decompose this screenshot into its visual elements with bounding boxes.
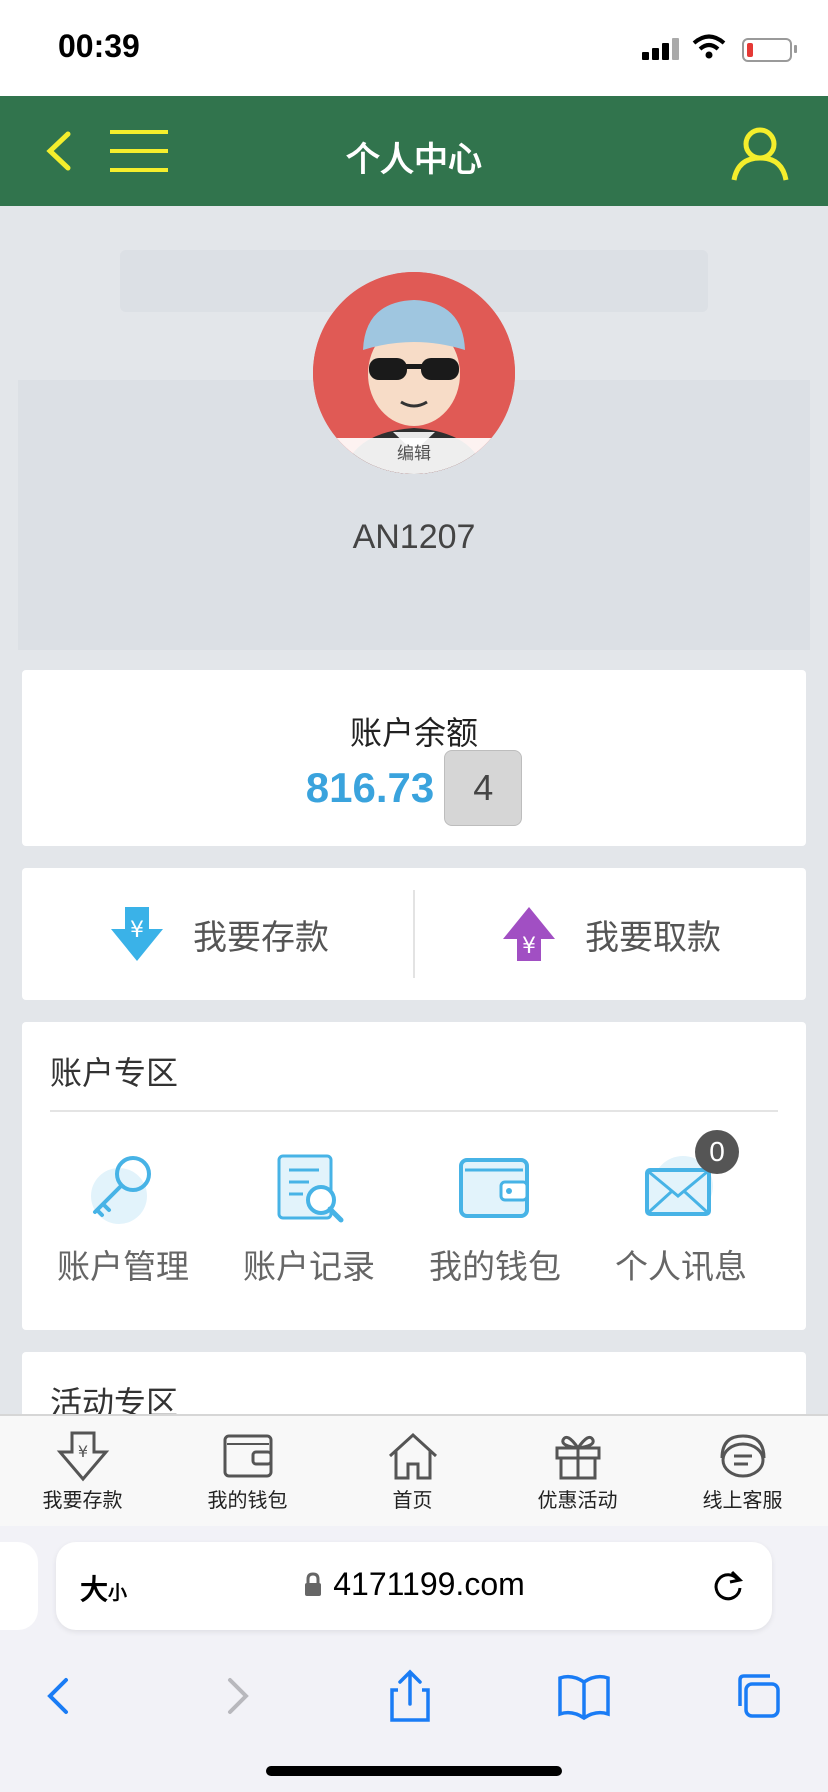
tab-promotions[interactable]: 优惠活动 (495, 1430, 660, 1513)
mail-icon: 0 (643, 1130, 739, 1226)
gift-icon (555, 1435, 600, 1480)
account-management-label: 账户管理 (57, 1247, 189, 1286)
browser-toolbar: 大小 4171199.com (0, 1526, 828, 1792)
home-indicator (266, 1766, 562, 1776)
account-records-item[interactable]: 账户记录 (216, 1150, 402, 1288)
tab-wallet[interactable]: 我的钱包 (165, 1430, 330, 1513)
username: AN1207 (352, 518, 476, 556)
svg-text:¥: ¥ (130, 918, 144, 943)
withdraw-arrow-icon: ¥ (503, 907, 555, 961)
home-icon (388, 1432, 437, 1480)
wallet-icon (223, 1434, 272, 1478)
deposit-label: 我要存款 (193, 917, 329, 958)
tab-label: 优惠活动 (537, 1488, 618, 1512)
bottom-tab-bar: ¥ 我要存款 我的钱包 首页 优惠活动 线上客服 (0, 1414, 828, 1528)
key-icon (85, 1150, 161, 1226)
tab-label: 我的钱包 (207, 1488, 288, 1512)
url-text: 4171199.com (333, 1566, 525, 1602)
avatar[interactable]: 编辑 (313, 272, 515, 474)
balance-amount: 816.73 (305, 764, 435, 811)
user-icon[interactable] (730, 124, 790, 184)
balance-card: 账户余额 816.73 4 (22, 670, 806, 846)
status-bar: 00:39 (0, 0, 828, 96)
account-zone-card: 账户专区 账户管理 账户记录 我的钱包 0 个人讯息 (22, 1022, 806, 1330)
lock-icon (305, 1572, 322, 1596)
tabs-icon[interactable] (730, 1666, 790, 1726)
wifi-icon (692, 34, 726, 59)
wallet-label: 我的钱包 (429, 1247, 561, 1286)
wallet-icon (457, 1150, 533, 1226)
battery-icon (742, 38, 797, 62)
quick-actions-card: ¥ 我要存款 ¥ 我要取款 (22, 868, 806, 1000)
tab-home[interactable]: 首页 (330, 1430, 495, 1513)
withdraw-label: 我要取款 (585, 917, 721, 958)
address-bar[interactable]: 大小 4171199.com (56, 1542, 772, 1630)
balance-label: 账户余额 (349, 714, 478, 752)
url-display[interactable]: 4171199.com (56, 1566, 772, 1603)
section-title: 账户专区 (50, 1054, 179, 1092)
balance-refresh-button[interactable]: 4 (444, 750, 523, 826)
deposit-icon: ¥ (56, 1431, 109, 1482)
browser-forward-icon[interactable] (206, 1666, 266, 1726)
reload-icon[interactable] (710, 1568, 746, 1604)
account-management-item[interactable]: 账户管理 (30, 1150, 216, 1288)
record-search-icon (271, 1150, 347, 1226)
wallet-item[interactable]: 我的钱包 (402, 1150, 588, 1288)
unread-badge: 0 (695, 1130, 739, 1174)
tab-label: 首页 (392, 1488, 433, 1512)
support-icon (720, 1434, 765, 1478)
tab-label: 线上客服 (702, 1488, 783, 1512)
account-records-label: 账户记录 (243, 1247, 375, 1286)
svg-text:¥: ¥ (77, 1442, 87, 1461)
avatar-edit-button[interactable]: 编辑 (313, 438, 515, 474)
divider (50, 1110, 778, 1112)
tab-label: 我要存款 (42, 1488, 123, 1512)
deposit-button[interactable]: ¥ 我要存款 (22, 868, 414, 1000)
app-header: 个人中心 (0, 96, 828, 206)
withdraw-button[interactable]: ¥ 我要取款 (414, 868, 806, 1000)
previous-tab-preview[interactable] (0, 1542, 38, 1630)
messages-label: 个人讯息 (615, 1247, 747, 1286)
share-icon[interactable] (380, 1666, 440, 1726)
bookmarks-icon[interactable] (554, 1666, 614, 1726)
browser-back-icon[interactable] (30, 1666, 90, 1726)
tab-deposit[interactable]: ¥ 我要存款 (0, 1430, 165, 1513)
messages-item[interactable]: 0 个人讯息 (588, 1130, 774, 1288)
status-icons (642, 34, 797, 64)
tab-support[interactable]: 线上客服 (660, 1430, 825, 1513)
page-title: 个人中心 (346, 140, 482, 180)
status-time: 00:39 (58, 28, 140, 64)
deposit-arrow-icon: ¥ (111, 907, 163, 961)
svg-text:¥: ¥ (522, 934, 536, 959)
